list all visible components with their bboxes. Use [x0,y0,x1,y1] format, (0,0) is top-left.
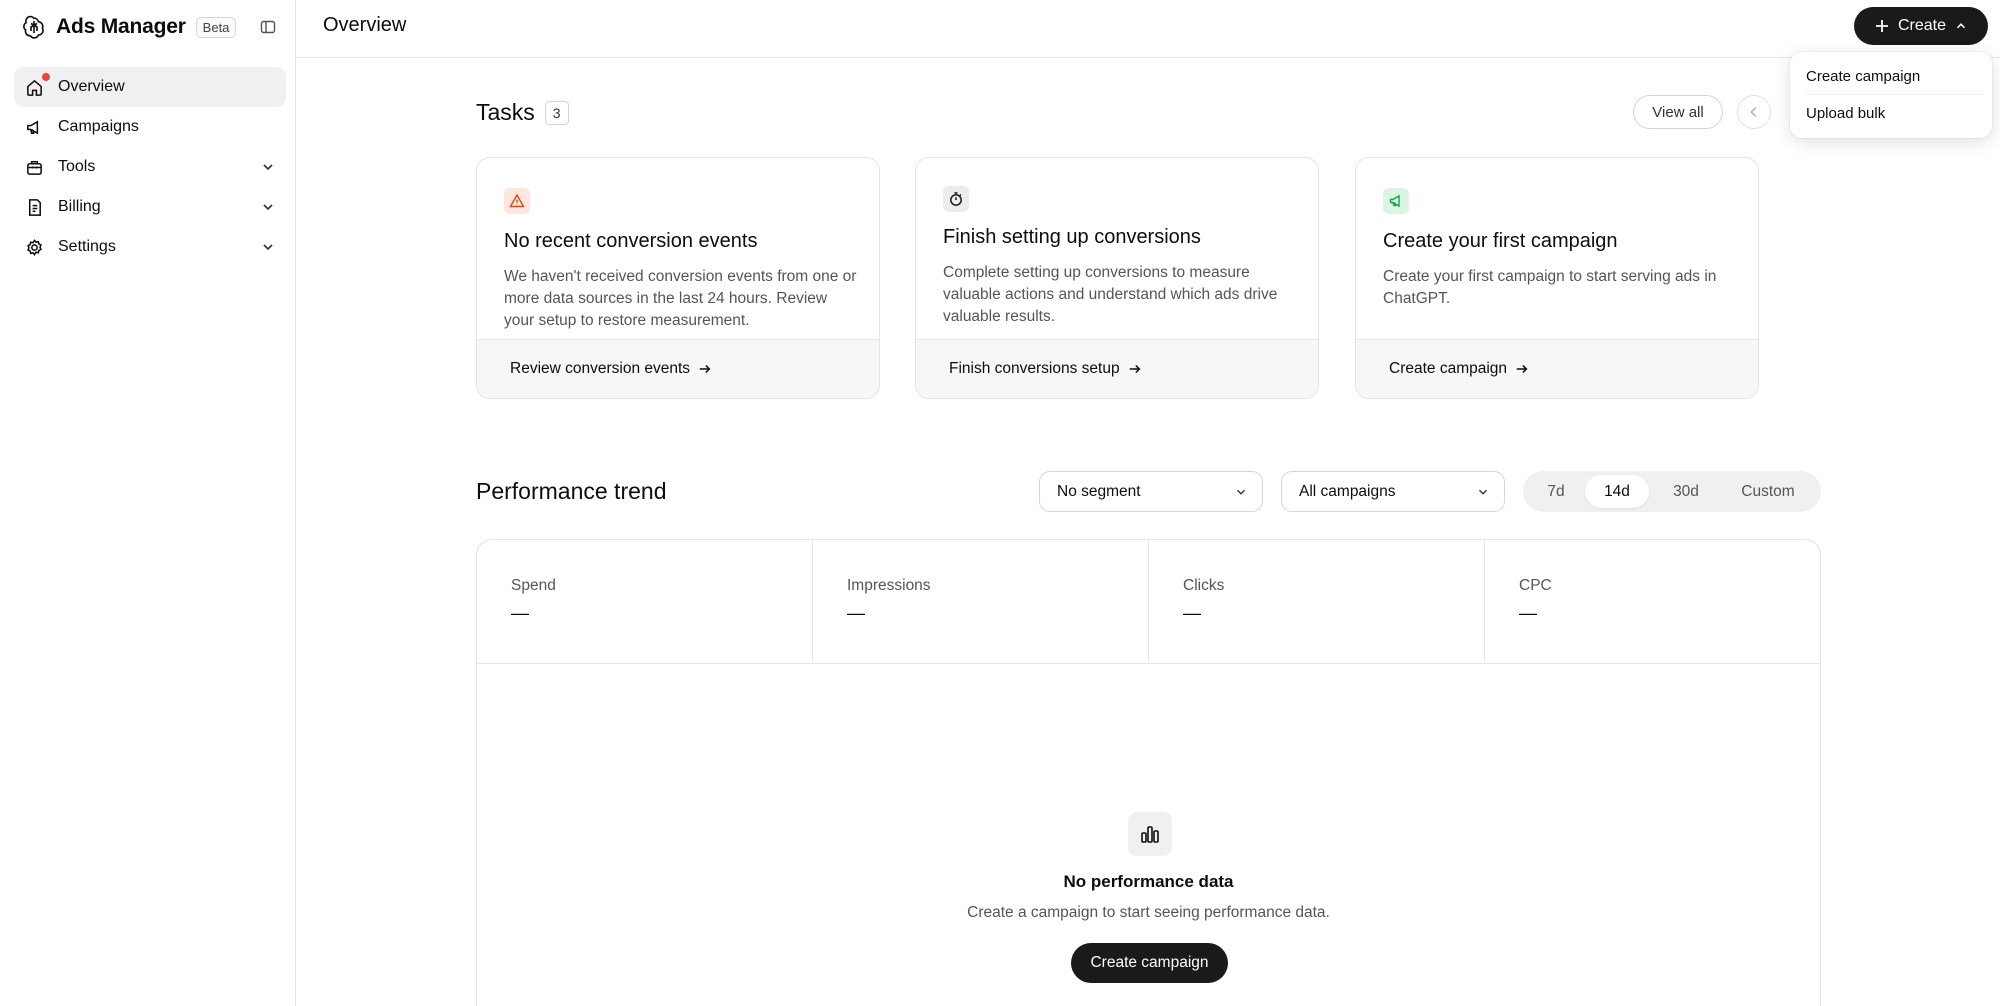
performance-panel: Spend — Impressions — Clicks — CPC — No … [476,539,1821,1006]
toolbox-icon [24,157,44,177]
metric-impressions: Impressions — [813,540,1149,663]
sidebar-item-label: Settings [58,238,116,255]
sidebar-item-label: Campaigns [58,118,139,135]
megaphone-icon [1383,188,1409,214]
warning-icon [504,188,530,214]
campaign-select-value: All campaigns [1299,482,1396,500]
sidebar: Ads Manager Beta Overview Campaigns Tool… [0,0,296,1006]
performance-title: Performance trend [476,478,667,504]
range-option-14d[interactable]: 14d [1585,475,1649,508]
task-card-title: Create your first campaign [1383,230,1618,252]
metric-cpc: CPC — [1485,540,1820,663]
task-card-title: No recent conversion events [504,230,758,252]
finish-conversions-setup-link[interactable]: Finish conversions setup [916,339,1318,398]
range-option-custom[interactable]: Custom [1723,475,1813,508]
metric-spend: Spend — [477,540,813,663]
metric-label: Impressions [847,577,931,594]
openai-logo-icon [23,15,44,39]
chevron-up-icon [1954,19,1968,33]
chevron-left-icon [1750,107,1757,117]
app-title: Ads Manager [56,15,186,38]
task-card-title: Finish setting up conversions [943,226,1201,248]
sidebar-item-label: Overview [58,78,125,95]
create-button-label: Create [1897,17,1947,34]
metric-label: CPC [1519,577,1552,594]
chevron-down-icon [1234,485,1248,499]
gear-icon [24,237,44,257]
metric-clicks: Clicks — [1149,540,1485,663]
review-conversion-events-link[interactable]: Review conversion events [477,339,879,398]
previous-tasks-button[interactable] [1737,95,1771,129]
plus-icon [1874,18,1890,34]
menu-item-create-campaign[interactable]: Create campaign [1798,58,1984,94]
sidebar-toggle-icon [260,20,276,34]
create-campaign-button[interactable]: Create campaign [1071,943,1228,983]
range-option-7d[interactable]: 7d [1527,475,1585,508]
collapse-sidebar-button[interactable] [258,17,278,37]
notification-dot [42,73,50,81]
sidebar-item-campaigns[interactable]: Campaigns [14,107,286,147]
brand: Ads Manager Beta [22,14,237,40]
empty-state: No performance data Create a campaign to… [477,664,1820,1006]
view-all-button[interactable]: View all [1633,95,1723,129]
create-campaign-link[interactable]: Create campaign [1356,339,1758,398]
menu-item-upload-bulk[interactable]: Upload bulk [1798,95,1984,131]
create-menu: Create campaign Upload bulk [1790,52,1992,138]
top-header: Overview Create [296,0,2000,58]
metric-value: — [1183,603,1201,623]
metric-label: Spend [511,577,556,594]
chevron-down-icon [263,244,273,251]
date-range-toggle: 7d 14d 30d Custom [1523,471,1821,512]
segment-select[interactable]: No segment [1039,471,1263,512]
metrics-row: Spend — Impressions — Clicks — CPC — [477,540,1820,664]
metric-label: Clicks [1183,577,1225,594]
stopwatch-icon [943,186,969,212]
home-icon [24,73,50,97]
sidebar-item-tools[interactable]: Tools [14,147,286,187]
task-card-first-campaign: Create your first campaign Create your f… [1355,157,1759,399]
task-card-description: Complete setting up conversions to measu… [943,264,1278,325]
segment-select-value: No segment [1057,482,1141,500]
metric-value: — [1519,603,1537,623]
beta-badge: Beta [195,16,237,38]
create-button[interactable]: Create [1854,7,1988,45]
tasks-count-badge: 3 [544,100,569,125]
sidebar-item-label: Tools [58,158,96,175]
chevron-down-icon [263,204,273,211]
task-card-action-label: Finish conversions setup [949,360,1120,377]
sidebar-item-billing[interactable]: Billing [14,187,286,227]
task-card-description: Create your first campaign to start serv… [1383,268,1717,307]
campaign-select[interactable]: All campaigns [1281,471,1505,512]
sidebar-item-overview[interactable]: Overview [14,67,286,107]
chevron-down-icon [1476,485,1490,499]
megaphone-icon [24,117,44,137]
arrow-right-icon [1128,362,1142,376]
sidebar-item-label: Billing [58,198,101,215]
task-card-description: We haven't received conversion events fr… [504,268,857,329]
arrow-right-icon [698,362,712,376]
page-title: Overview [323,14,407,36]
chevron-down-icon [263,164,273,171]
task-card-finish-conversions: Finish setting up conversions Complete s… [915,157,1319,399]
metric-value: — [511,603,529,623]
arrow-right-icon [1515,362,1529,376]
metric-value: — [847,603,865,623]
range-option-30d[interactable]: 30d [1649,475,1723,508]
sidebar-item-settings[interactable]: Settings [14,227,286,267]
empty-state-description: Create a campaign to start seeing perfor… [967,904,1330,921]
tasks-title: Tasks [476,99,535,125]
bar-chart-icon [1128,812,1172,856]
sidebar-nav: Overview Campaigns Tools Billing Setting… [14,67,286,267]
task-card-action-label: Review conversion events [510,360,691,377]
receipt-icon [24,197,44,217]
tasks-heading: Tasks 3 [476,99,569,126]
task-card-action-label: Create campaign [1389,360,1508,377]
task-card-conversion-events: No recent conversion events We haven't r… [476,157,880,399]
empty-state-title: No performance data [1063,872,1234,891]
